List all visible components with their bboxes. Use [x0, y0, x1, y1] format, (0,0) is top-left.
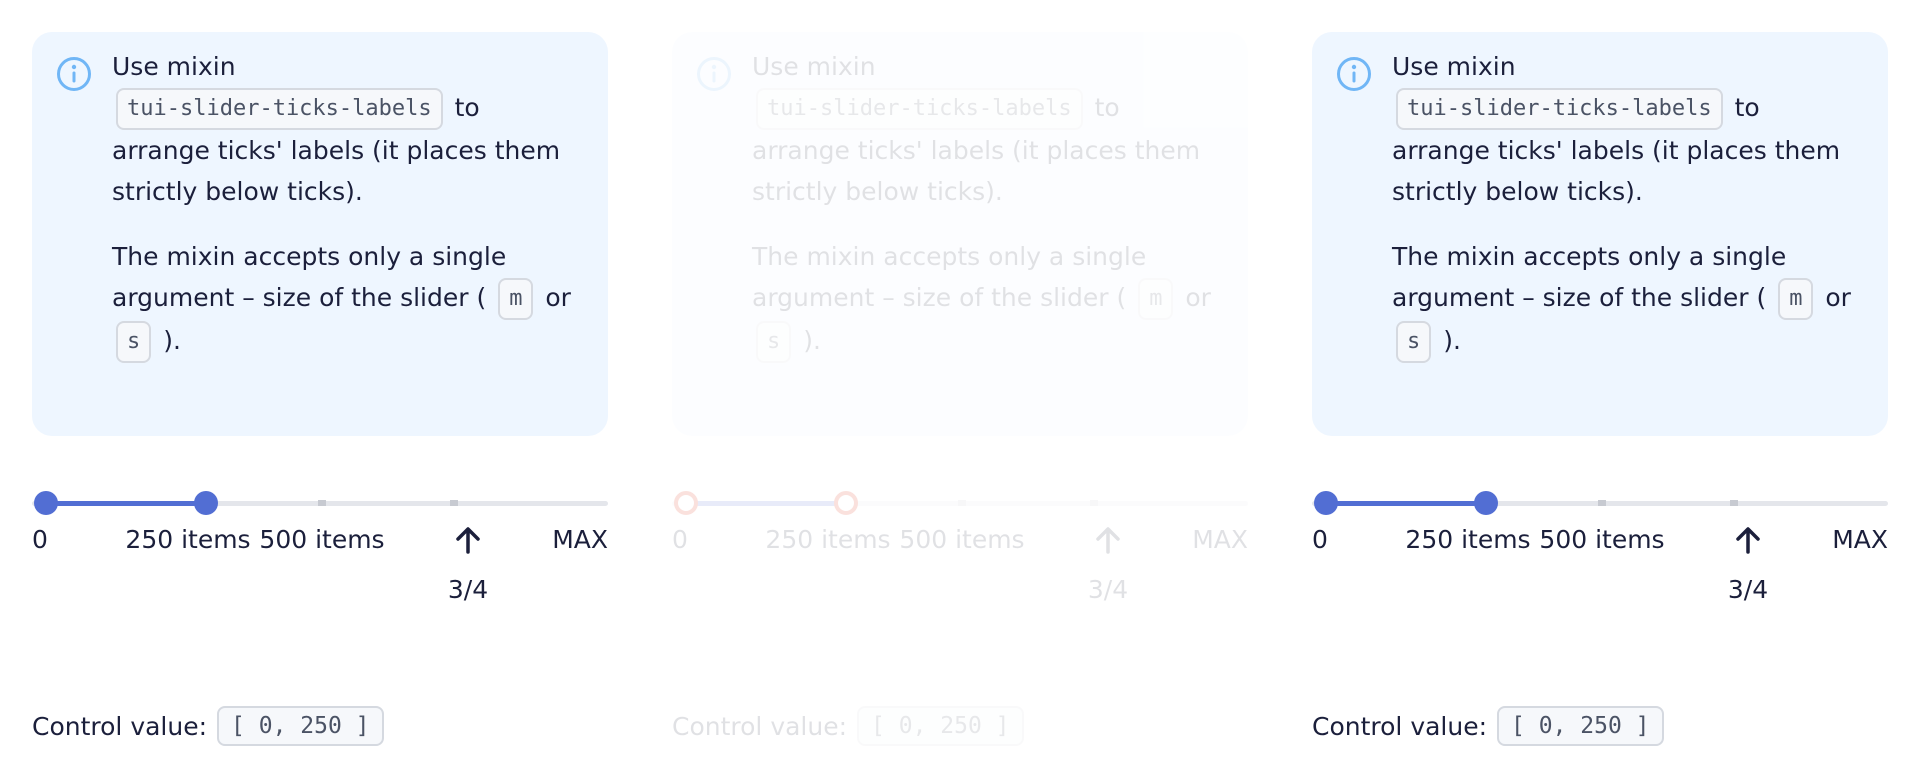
example-panel-2: Use mixin tui-slider-ticks-labels to arr…	[640, 0, 1280, 782]
notice-para2-end: ).	[803, 326, 821, 355]
arrow-up-icon	[1096, 527, 1120, 554]
control-value-label: Control value:	[1312, 711, 1488, 741]
mixin-code: tui-slider-ticks-labels	[1396, 88, 1723, 130]
range-slider[interactable]	[672, 490, 1248, 518]
slider-tick	[1730, 500, 1738, 506]
notice-text: Use mixin tui-slider-ticks-labels to arr…	[1392, 46, 1862, 387]
notice-para2-end: ).	[163, 326, 181, 355]
slider-fill	[1326, 501, 1486, 506]
tick-label-500: 500 items	[899, 525, 1025, 554]
notice-intro: Use mixin	[752, 52, 876, 81]
slider-tick	[318, 500, 326, 506]
control-value: [ 0, 250 ]	[857, 706, 1024, 746]
slider-ticks-labels-demo: Use mixin tui-slider-ticks-labels to arr…	[0, 0, 1920, 782]
control-value: [ 0, 250 ]	[217, 706, 384, 746]
mixin-code: tui-slider-ticks-labels	[756, 88, 1083, 130]
notice-intro: Use mixin	[112, 52, 236, 81]
tick-label-250: 250 items	[765, 525, 891, 554]
notice-para2-start: The mixin accepts only a single argument…	[112, 242, 507, 312]
notice: Use mixin tui-slider-ticks-labels to arr…	[672, 32, 1248, 436]
range-slider[interactable]	[32, 490, 608, 518]
example-panel-3: Use mixin tui-slider-ticks-labels to arr…	[1280, 0, 1920, 782]
arrow-label: 3/4	[1087, 575, 1129, 604]
range-slider[interactable]	[1312, 490, 1888, 518]
tick-label-3-4: 3/4	[1728, 526, 1768, 606]
slider-tick	[1090, 500, 1098, 506]
or-word: or	[1185, 283, 1211, 312]
tick-label-max: MAX	[552, 525, 608, 554]
slider-fill	[686, 501, 846, 506]
slider-fill	[46, 501, 206, 506]
size-s-code: s	[1396, 321, 1432, 363]
or-word: or	[545, 283, 571, 312]
control-value-label: Control value:	[672, 711, 848, 741]
control-value-row: Control value: [ 0, 250 ]	[1312, 704, 1664, 748]
tick-label-250: 250 items	[1405, 525, 1531, 554]
control-value-label: Control value:	[32, 711, 208, 741]
slider-thumb-end[interactable]	[834, 491, 858, 515]
slider-thumb-end[interactable]	[1474, 491, 1498, 515]
arrow-up-icon	[1736, 527, 1760, 554]
notice-intro: Use mixin	[1392, 52, 1516, 81]
slider-thumb-start[interactable]	[34, 491, 58, 515]
tick-label-3-4: 3/4	[448, 526, 488, 606]
slider-thumb-start[interactable]	[1314, 491, 1338, 515]
size-m-code: m	[1778, 278, 1814, 320]
tick-label-0: 0	[672, 525, 688, 554]
info-circle-icon	[57, 57, 91, 91]
or-word: or	[1825, 283, 1851, 312]
ticks-labels: 0 250 items 500 items 3/4 MAX	[672, 520, 1248, 610]
tick-label-500: 500 items	[259, 525, 385, 554]
slider-thumb-end[interactable]	[194, 491, 218, 515]
control-value-row: Control value: [ 0, 250 ]	[32, 704, 384, 748]
slider-thumb-start[interactable]	[674, 491, 698, 515]
info-circle-icon	[1337, 57, 1371, 91]
notice-para2-start: The mixin accepts only a single argument…	[752, 242, 1147, 312]
tick-label-250: 250 items	[125, 525, 251, 554]
info-circle-icon	[697, 57, 731, 91]
tick-label-max: MAX	[1192, 525, 1248, 554]
tick-label-3-4: 3/4	[1088, 526, 1128, 606]
arrow-up-icon	[456, 527, 480, 554]
arrow-label: 3/4	[1727, 575, 1769, 604]
control-value-row: Control value: [ 0, 250 ]	[672, 704, 1024, 748]
slider-tick	[450, 500, 458, 506]
notice-text: Use mixin tui-slider-ticks-labels to arr…	[752, 46, 1222, 387]
example-panel-1: Use mixin tui-slider-ticks-labels to arr…	[0, 0, 640, 782]
arrow-label: 3/4	[447, 575, 489, 604]
notice-para2-start: The mixin accepts only a single argument…	[1392, 242, 1787, 312]
notice: Use mixin tui-slider-ticks-labels to arr…	[1312, 32, 1888, 436]
notice: Use mixin tui-slider-ticks-labels to arr…	[32, 32, 608, 436]
ticks-labels: 0 250 items 500 items 3/4 MAX	[32, 520, 608, 610]
control-value: [ 0, 250 ]	[1497, 706, 1664, 746]
tick-label-0: 0	[1312, 525, 1328, 554]
size-s-code: s	[756, 321, 792, 363]
ticks-labels: 0 250 items 500 items 3/4 MAX	[1312, 520, 1888, 610]
slider-tick	[1598, 500, 1606, 506]
size-m-code: m	[1138, 278, 1174, 320]
size-s-code: s	[116, 321, 152, 363]
tick-label-0: 0	[32, 525, 48, 554]
tick-label-500: 500 items	[1539, 525, 1665, 554]
slider-tick	[958, 500, 966, 506]
notice-para2-end: ).	[1443, 326, 1461, 355]
notice-text: Use mixin tui-slider-ticks-labels to arr…	[112, 46, 582, 387]
tick-label-max: MAX	[1832, 525, 1888, 554]
mixin-code: tui-slider-ticks-labels	[116, 88, 443, 130]
size-m-code: m	[498, 278, 534, 320]
